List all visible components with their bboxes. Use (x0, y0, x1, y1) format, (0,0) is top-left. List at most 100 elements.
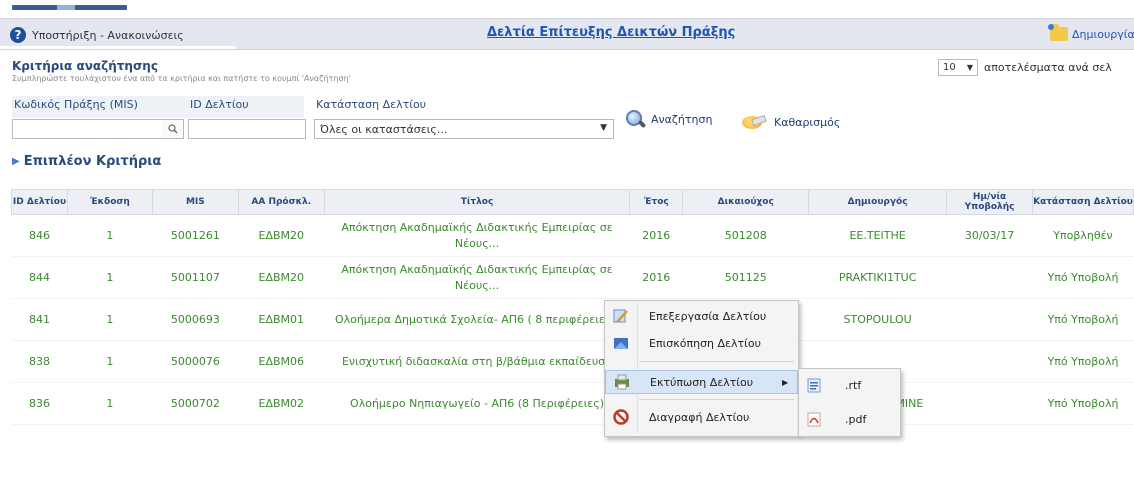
cell-date (946, 298, 1033, 341)
delete-icon (613, 409, 629, 425)
cell-title: Απόκτηση Ακαδημαϊκής Διδακτικής Εμπειρία… (324, 256, 630, 299)
submenu-item-rtf[interactable]: .rtf (799, 373, 900, 397)
cell-creator: STOPOULOU (808, 298, 947, 341)
active-tab-indicator (0, 46, 236, 49)
create-label: Δημιουργία (1072, 27, 1134, 41)
cell-call: ΕΔΒΜ20 (238, 256, 325, 299)
cell-id: 841 (11, 298, 68, 341)
menu-item-edit[interactable]: Επεξεργασία Δελτίου (605, 304, 798, 328)
cell-mis: 5000702 (152, 382, 239, 425)
menu-item-print-label: Εκτύπωση Δελτίου (650, 375, 754, 389)
submenu-item-pdf[interactable]: .pdf (799, 407, 900, 431)
cell-mis: 5000693 (152, 298, 239, 341)
criteria-subtitle: Συμπληρώστε τουλάχιστον ένα από τα κριτή… (12, 74, 351, 83)
id-input[interactable] (188, 119, 306, 139)
table-row[interactable]: 838 1 5000076 ΕΔΒΜ06 Ενισχυτική διδασκαλ… (11, 340, 1134, 383)
clear-button-label: Καθαρισμός (774, 115, 841, 129)
menu-item-preview-label: Επισκόπηση Δελτίου (649, 336, 761, 350)
menu-item-print[interactable]: Εκτύπωση Δελτίου ▶ (605, 370, 798, 394)
cell-version: 1 (67, 214, 153, 257)
folder-add-icon (1048, 24, 1068, 41)
table-row[interactable]: 836 1 5000702 ΕΔΒΜ02 Ολοήμερο Νηπιαγωγεί… (11, 382, 1134, 425)
cell-year: 2016 (629, 214, 683, 257)
cell-beneficiary: 501125 (682, 256, 809, 299)
status-label: Κατάσταση Δελτίου (316, 98, 427, 111)
clear-button[interactable]: Καθαρισμός (738, 111, 840, 133)
top-strip (0, 0, 1134, 14)
mis-input[interactable] (12, 119, 163, 139)
clear-icon (738, 111, 768, 133)
search-button-label: Αναζήτηση (651, 112, 713, 126)
cell-status: Υπό Υποβολή (1032, 298, 1134, 341)
menu-item-preview[interactable]: Επισκόπηση Δελτίου (605, 331, 798, 355)
column-header[interactable]: Κατάσταση Δελτίου (1032, 189, 1134, 215)
magnifier-icon (625, 109, 645, 129)
menu-item-delete[interactable]: Διαγραφή Δελτίου (605, 405, 798, 429)
search-icon (167, 124, 177, 134)
results-per-page: 10 ▼ αποτελέσματα ανά σελ (938, 59, 1112, 76)
column-header[interactable]: MIS (151, 189, 239, 215)
cell-creator: ΕΕ.ΤΕΙΤΗΕ (808, 214, 947, 257)
table-row[interactable]: 844 1 5001107 ΕΔΒΜ20 Απόκτηση Ακαδημαϊκή… (11, 256, 1134, 299)
cell-status: Υπό Υποβολή (1032, 256, 1134, 299)
column-header[interactable]: Δικαιούχος (682, 189, 810, 215)
cell-version: 1 (67, 298, 153, 341)
cell-mis: 5000076 (152, 340, 239, 383)
status-select[interactable]: Όλες οι καταστάσεις... ▼ (314, 119, 614, 139)
per-page-select[interactable]: 10 ▼ (938, 59, 978, 76)
submenu-pdf-label: .pdf (845, 412, 867, 426)
cell-version: 1 (67, 340, 153, 383)
support-link[interactable]: ? Υποστήριξη - Ανακοινώσεις (10, 25, 184, 45)
cell-creator: PRAKTIKI1TUC (808, 256, 947, 299)
cell-version: 1 (67, 256, 153, 299)
cell-title: Ολοήμερα Δημοτικά Σχολεία- ΑΠ6 ( 8 περιφ… (324, 298, 630, 341)
table-row[interactable]: 846 1 5001261 ΕΔΒΜ20 Απόκτηση Ακαδημαϊκή… (11, 214, 1134, 257)
status-select-value: Όλες οι καταστάσεις... (320, 123, 448, 136)
preview-icon (614, 338, 628, 349)
cell-status: Υπό Υποβολή (1032, 382, 1134, 425)
table-row[interactable]: 841 1 5000693 ΕΔΒΜ01 Ολοήμερα Δημοτικά Σ… (11, 298, 1134, 341)
cell-mis: 5001107 (152, 256, 239, 299)
create-button[interactable]: Δημιουργία (1048, 24, 1134, 41)
logo (12, 5, 127, 10)
per-page-value: 10 (943, 62, 956, 73)
top-bar: ? Υποστήριξη - Ανακοινώσεις Δελτία Επίτε… (0, 18, 1134, 50)
column-header[interactable]: ΑΑ Πρόσκλ. (237, 189, 325, 215)
cell-call: ΕΔΒΜ02 (238, 382, 325, 425)
cell-id: 838 (11, 340, 68, 383)
print-icon (615, 374, 629, 390)
cell-date (946, 340, 1033, 383)
per-page-label: αποτελέσματα ανά σελ (984, 61, 1112, 74)
cell-call: ΕΔΒΜ06 (238, 340, 325, 383)
column-header[interactable]: Έτος (629, 189, 684, 215)
submenu-arrow-icon: ▶ (782, 377, 789, 387)
more-criteria-label: Επιπλέον Κριτήρια (23, 154, 162, 169)
column-header[interactable]: Ημ/νία Υποβολής (946, 189, 1033, 215)
id-label: ID Δελτίου (190, 98, 249, 111)
cell-date: 30/03/17 (946, 214, 1033, 257)
cell-mis: 5001261 (152, 214, 239, 257)
cell-date (946, 382, 1033, 425)
column-header[interactable]: Δημιουργός (808, 189, 948, 215)
criteria-title: Κριτήρια αναζήτησης (12, 59, 158, 73)
print-submenu: .rtf .pdf (798, 368, 901, 437)
chevron-down-icon: ▼ (600, 123, 607, 133)
page-title[interactable]: Δελτία Επίτευξης Δεικτών Πράξης (487, 25, 735, 40)
cell-year: 2016 (629, 256, 683, 299)
support-label: Υποστήριξη - Ανακοινώσεις (32, 28, 184, 42)
column-header[interactable]: ID Δελτίου (11, 189, 68, 215)
cell-status: Υποβληθέν (1032, 214, 1134, 257)
more-criteria-toggle[interactable]: ▶ Επιπλέον Κριτήρια (12, 154, 161, 169)
chevron-down-icon: ▼ (966, 63, 973, 72)
rtf-file-icon (807, 378, 821, 392)
column-header[interactable]: Έκδοση (66, 189, 153, 215)
search-button[interactable]: Αναζήτηση (625, 109, 712, 129)
menu-item-edit-label: Επεξεργασία Δελτίου (649, 309, 767, 323)
cell-id: 844 (11, 256, 68, 299)
cell-date (946, 256, 1033, 299)
column-header[interactable]: Τίτλος (323, 189, 631, 215)
menu-item-delete-label: Διαγραφή Δελτίου (649, 410, 750, 424)
cell-title: Ενισχυτική διδασκαλία στη β/βάθμια εκπαί… (324, 340, 630, 383)
mis-lookup-button[interactable] (162, 119, 184, 139)
cell-status: Υπό Υποβολή (1032, 340, 1134, 383)
